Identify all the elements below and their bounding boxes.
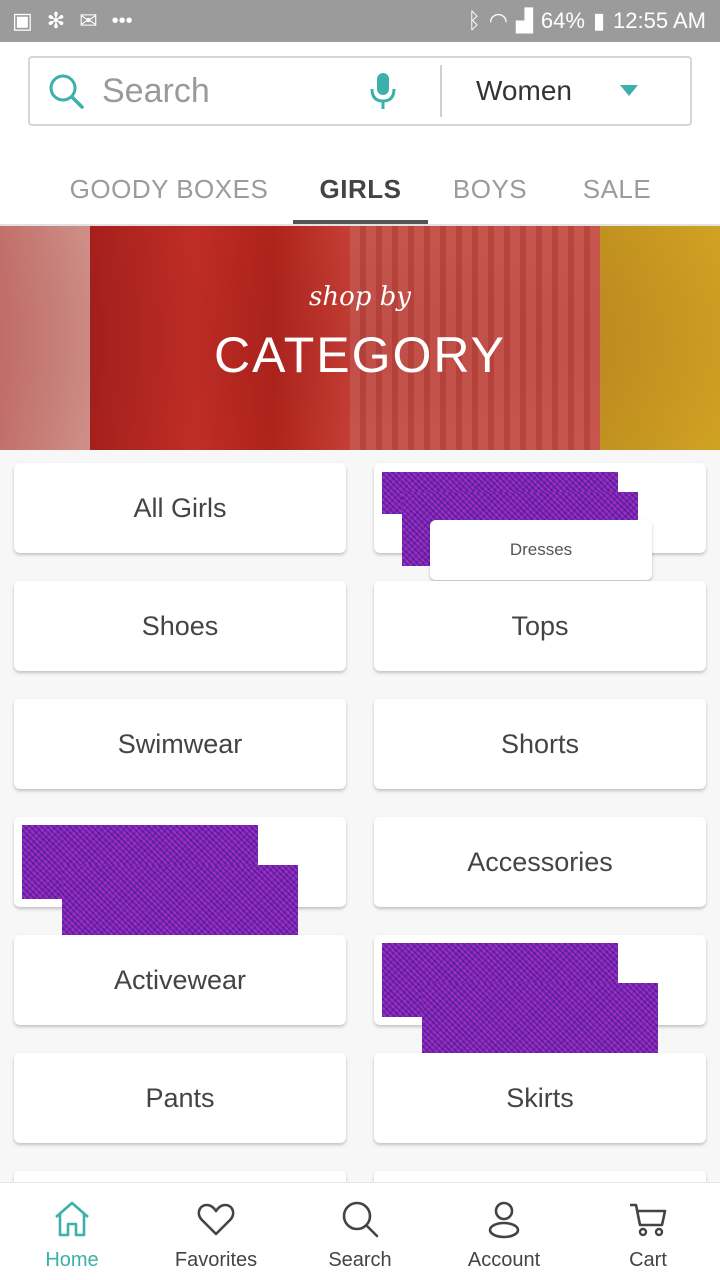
category-tabs: GOODY BOXES GIRLS BOYS SALE	[0, 154, 720, 224]
nav-home[interactable]: Home	[0, 1183, 144, 1280]
microphone-icon[interactable]	[368, 71, 398, 111]
banner-subtitle: shop by	[309, 282, 411, 312]
nav-search-label: Search	[328, 1249, 392, 1271]
nav-favorites[interactable]: Favorites	[144, 1183, 288, 1280]
category-tops[interactable]: Tops	[374, 581, 706, 671]
tab-girls[interactable]: GIRLS	[293, 154, 428, 224]
nav-account[interactable]: Account	[432, 1183, 576, 1280]
category-dresses[interactable]: Dresses	[430, 520, 652, 580]
search-bar: Women	[28, 56, 692, 126]
header: Women GOODY BOXES GIRLS BOYS SALE	[0, 42, 720, 226]
search-input[interactable]	[102, 71, 342, 111]
wifi-icon: ◠	[488, 8, 508, 33]
department-label: Women	[476, 75, 572, 106]
search-icon	[342, 1201, 379, 1238]
signal-icon: ▟	[515, 8, 533, 33]
nav-search[interactable]: Search	[288, 1183, 432, 1280]
category-swimwear[interactable]: Swimwear	[14, 699, 346, 789]
search-icon[interactable]	[46, 71, 86, 111]
clock: 12:55 AM	[613, 8, 706, 33]
nav-account-label: Account	[467, 1249, 541, 1271]
search-divider	[440, 65, 442, 117]
caret-down-icon	[619, 85, 638, 96]
bottom-navigation: Home Favorites Search Account Cart	[0, 1182, 720, 1280]
more-icon: •••	[111, 9, 133, 32]
status-left: ▣ ✻ ✉ •••	[0, 10, 133, 33]
status-right: ᛒ ◠ ▟ 64% ▮ 12:55 AM	[468, 8, 720, 34]
shop-by-category-banner: shop by CATEGORY	[0, 226, 720, 450]
nav-home-label: Home	[45, 1249, 99, 1271]
tab-goody-boxes[interactable]: GOODY BOXES	[60, 154, 278, 224]
category-activewear[interactable]: Activewear	[14, 935, 346, 1025]
nav-favorites-label: Favorites	[174, 1249, 258, 1271]
account-icon	[488, 1201, 520, 1239]
category-accessories[interactable]: Accessories	[374, 817, 706, 907]
heart-icon	[197, 1203, 235, 1236]
home-icon	[55, 1201, 89, 1237]
tab-boys[interactable]: BOYS	[440, 154, 540, 224]
redacted-block	[62, 865, 298, 940]
network-icon: ✻	[46, 8, 66, 33]
status-bar: ▣ ✻ ✉ ••• ᛒ ◠ ▟ 64% ▮ 12:55 AM	[0, 0, 720, 42]
mail-icon: ✉	[79, 8, 98, 33]
category-shoes[interactable]: Shoes	[14, 581, 346, 671]
battery-icon: ▮	[592, 8, 606, 33]
cart-icon	[630, 1203, 667, 1237]
redacted-block	[422, 983, 658, 1058]
tab-sale[interactable]: SALE	[567, 154, 667, 224]
battery-percent: 64%	[540, 8, 585, 33]
image-icon: ▣	[12, 8, 33, 33]
department-dropdown[interactable]: Women	[476, 75, 638, 107]
nav-cart-label: Cart	[629, 1249, 667, 1271]
category-skirts[interactable]: Skirts	[374, 1053, 706, 1143]
category-pants[interactable]: Pants	[14, 1053, 346, 1143]
bluetooth-icon: ᛒ	[467, 8, 481, 33]
category-shorts[interactable]: Shorts	[374, 699, 706, 789]
nav-cart[interactable]: Cart	[576, 1183, 720, 1280]
banner-title: CATEGORY	[214, 327, 506, 383]
category-all-girls[interactable]: All Girls	[14, 463, 346, 553]
